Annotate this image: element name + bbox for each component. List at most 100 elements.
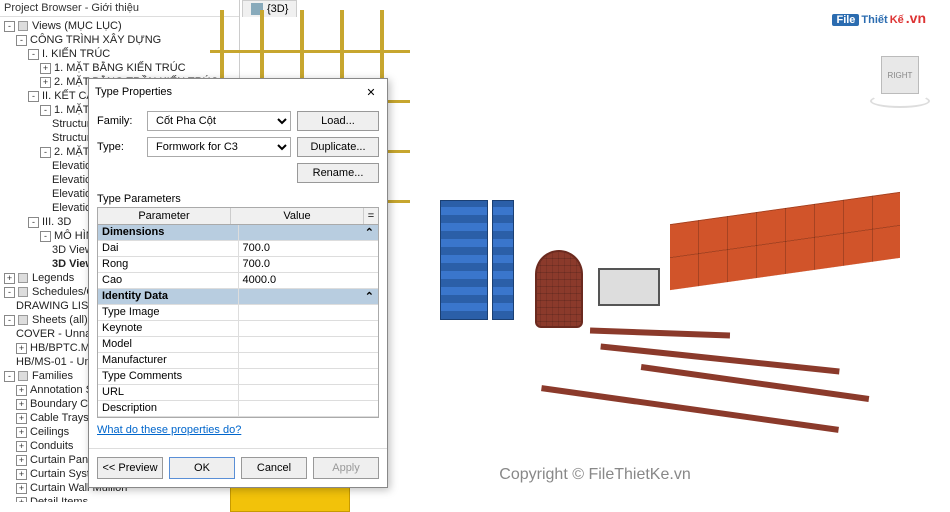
- param-value[interactable]: [239, 353, 379, 368]
- node-icon: [18, 371, 28, 381]
- expand-icon[interactable]: +: [16, 483, 27, 494]
- expand-icon[interactable]: -: [40, 231, 51, 242]
- watermark-text: Copyright © FileThietKe.vn: [499, 466, 690, 484]
- table-group-row[interactable]: Dimensions⌃: [98, 225, 378, 241]
- expand-icon[interactable]: +: [16, 441, 27, 452]
- expand-icon[interactable]: -: [16, 35, 27, 46]
- table-row[interactable]: Description: [98, 401, 378, 417]
- tree-item[interactable]: - Views (MỤC LỤC): [4, 19, 239, 33]
- rename-button[interactable]: Rename...: [297, 163, 379, 183]
- expand-icon[interactable]: -: [28, 91, 39, 102]
- type-label: Type:: [97, 141, 141, 153]
- tree-item[interactable]: -I. KIẾN TRÚC: [4, 47, 239, 61]
- tree-label: Sheets (all): [32, 314, 88, 326]
- expand-icon[interactable]: -: [28, 49, 39, 60]
- expand-icon[interactable]: +: [40, 77, 51, 88]
- expand-icon[interactable]: -: [4, 287, 15, 298]
- tree-item[interactable]: +Detail Items: [4, 495, 239, 502]
- expand-icon[interactable]: -: [40, 105, 51, 116]
- table-row[interactable]: Manufacturer: [98, 353, 378, 369]
- table-row[interactable]: Dai700.0: [98, 241, 378, 257]
- preview-button[interactable]: << Preview: [97, 457, 163, 479]
- param-value[interactable]: [239, 321, 379, 336]
- param-name: Type Comments: [98, 369, 239, 384]
- param-name: Manufacturer: [98, 353, 239, 368]
- param-name: Type Image: [98, 305, 239, 320]
- param-value[interactable]: ⌃: [239, 289, 379, 304]
- expand-icon[interactable]: +: [16, 343, 27, 354]
- expand-icon[interactable]: +: [16, 385, 27, 396]
- type-properties-dialog: Type Properties ✕ Family: Cốt Pha Cột Lo…: [88, 78, 388, 488]
- type-select[interactable]: Formwork for C3: [147, 137, 291, 157]
- close-icon[interactable]: ✕: [361, 83, 381, 101]
- parameter-table: Parameter Value = Dimensions⌃Dai700.0Ron…: [97, 207, 379, 418]
- param-value[interactable]: [239, 305, 379, 320]
- family-select[interactable]: Cốt Pha Cột: [147, 111, 291, 131]
- slab-panel-model: [670, 192, 900, 290]
- apply-button[interactable]: Apply: [313, 457, 379, 479]
- expand-icon[interactable]: +: [16, 413, 27, 424]
- param-value[interactable]: [239, 337, 379, 352]
- node-icon: [18, 287, 28, 297]
- node-icon: [18, 21, 28, 31]
- table-header: Parameter Value =: [98, 208, 378, 225]
- expand-icon[interactable]: +: [16, 427, 27, 438]
- expand-icon[interactable]: -: [28, 217, 39, 228]
- expand-icon[interactable]: +: [16, 469, 27, 480]
- expand-icon[interactable]: -: [40, 147, 51, 158]
- param-name: Cao: [98, 273, 239, 288]
- param-value[interactable]: ⌃: [239, 225, 379, 240]
- table-row[interactable]: Rong700.0: [98, 257, 378, 273]
- table-body[interactable]: Dimensions⌃Dai700.0Rong700.0Cao4000.0Ide…: [98, 225, 378, 417]
- tree-label: Structur: [52, 132, 91, 144]
- tree-label: 1. MẶT BẰNG KIẾN TRÚC: [54, 62, 186, 74]
- tree-item[interactable]: +1. MẶT BẰNG KIẾN TRÚC: [4, 61, 239, 75]
- param-value[interactable]: [239, 385, 379, 400]
- param-value[interactable]: [239, 369, 379, 384]
- load-button[interactable]: Load...: [297, 111, 379, 131]
- cylinder-rebar-model: [535, 250, 583, 328]
- table-row[interactable]: Cao4000.0: [98, 273, 378, 289]
- expand-icon[interactable]: +: [16, 497, 27, 503]
- expand-icon[interactable]: +: [16, 399, 27, 410]
- expand-icon[interactable]: +: [16, 455, 27, 466]
- duplicate-button[interactable]: Duplicate...: [297, 137, 379, 157]
- param-name: Keynote: [98, 321, 239, 336]
- ok-button[interactable]: OK: [169, 457, 235, 479]
- tree-label: CÔNG TRÌNH XÂY DỰNG: [30, 34, 161, 46]
- table-row[interactable]: URL: [98, 385, 378, 401]
- dialog-titlebar[interactable]: Type Properties ✕: [89, 79, 387, 105]
- param-value[interactable]: 700.0: [239, 257, 379, 272]
- expand-icon[interactable]: -: [4, 371, 15, 382]
- col-parameter: Parameter: [98, 208, 231, 224]
- param-value[interactable]: [239, 401, 379, 416]
- project-browser-title: Project Browser - Giới thiệu: [0, 0, 239, 17]
- help-link[interactable]: What do these properties do?: [97, 424, 379, 436]
- param-value[interactable]: 4000.0: [239, 273, 379, 288]
- tree-label: 3D View: [52, 244, 93, 256]
- tree-label: Legends: [32, 272, 74, 284]
- param-name: Dimensions: [98, 225, 239, 240]
- expand-icon[interactable]: +: [40, 63, 51, 74]
- beam-model: [590, 328, 730, 339]
- tree-label: Conduits: [30, 440, 73, 452]
- table-row[interactable]: Keynote: [98, 321, 378, 337]
- tree-label: Views (MỤC LỤC): [32, 20, 122, 32]
- tree-item[interactable]: -CÔNG TRÌNH XÂY DỰNG: [4, 33, 239, 47]
- tree-label: Structur: [52, 118, 91, 130]
- expand-icon[interactable]: -: [4, 315, 15, 326]
- dialog-title: Type Properties: [95, 86, 172, 98]
- type-parameters-label: Type Parameters: [97, 193, 379, 205]
- table-group-row[interactable]: Identity Data⌃: [98, 289, 378, 305]
- expand-icon[interactable]: -: [4, 21, 15, 32]
- table-row[interactable]: Type Comments: [98, 369, 378, 385]
- table-row[interactable]: Type Image: [98, 305, 378, 321]
- tree-label: Families: [32, 370, 73, 382]
- cancel-button[interactable]: Cancel: [241, 457, 307, 479]
- beam-model: [600, 343, 839, 374]
- expand-icon[interactable]: +: [4, 273, 15, 284]
- table-row[interactable]: Model: [98, 337, 378, 353]
- param-value[interactable]: 700.0: [239, 241, 379, 256]
- col-value: Value: [231, 208, 364, 224]
- param-name: Model: [98, 337, 239, 352]
